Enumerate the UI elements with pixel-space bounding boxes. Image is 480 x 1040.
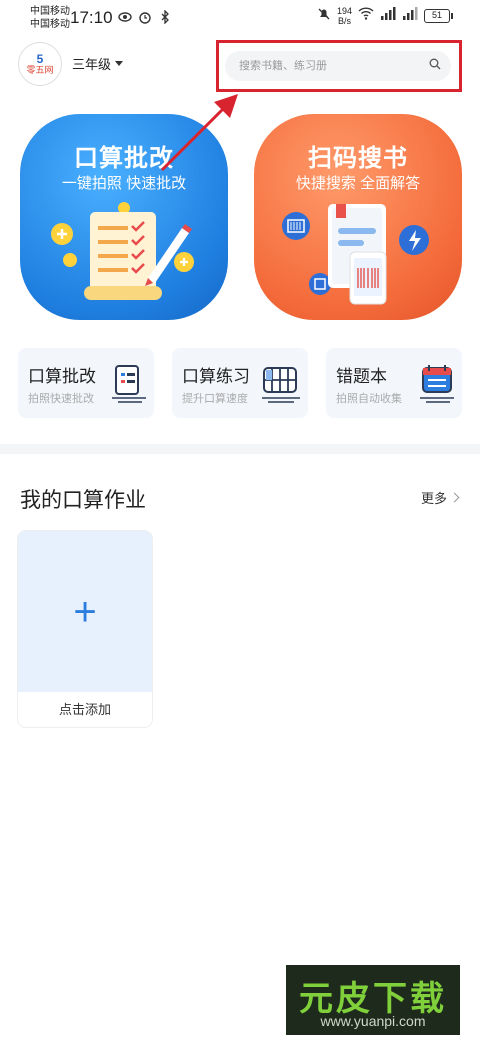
- card-subtitle: 快捷搜索 全面解答: [295, 175, 421, 192]
- alarm-icon: [138, 10, 152, 24]
- clock: 17:10: [70, 8, 113, 27]
- search-input[interactable]: [239, 60, 429, 72]
- grid-board-icon: [262, 367, 300, 403]
- calendar-icon: [420, 365, 454, 403]
- shortcut-title: 错题本: [336, 367, 387, 386]
- eye-icon: [118, 10, 132, 24]
- watermark-url: www.yuanpi.com: [320, 1013, 426, 1029]
- net-speed-value: 194: [336, 6, 352, 16]
- shortcut-title: 口算练习: [182, 367, 250, 386]
- signal-icon: [380, 7, 396, 25]
- card-title: 口算批改: [74, 145, 174, 172]
- status-bar: 中国移动 中国移动 17:10 194 B/s 51: [0, 0, 480, 36]
- watermark: 元皮下载 www.yuanpi.com: [286, 965, 460, 1035]
- carrier-1: 中国移动: [30, 6, 70, 17]
- search-bar[interactable]: [225, 51, 451, 81]
- add-homework-card[interactable]: + 点击添加: [18, 531, 152, 727]
- section-divider: [0, 444, 480, 454]
- grade-selector[interactable]: 三年级: [72, 54, 124, 73]
- add-label: 点击添加: [18, 692, 152, 727]
- battery-indicator: 51: [424, 9, 453, 23]
- bluetooth-icon: [158, 9, 172, 25]
- oral-check-shortcut[interactable]: 口算批改 拍照快速批改: [18, 348, 154, 418]
- logo-number: 5: [36, 52, 44, 66]
- card-subtitle: 一键拍照 快速批改: [61, 175, 187, 192]
- app-header: 5 零五网 三年级: [0, 36, 480, 98]
- section-title: 我的口算作业: [20, 489, 146, 512]
- grade-label: 三年级: [72, 57, 112, 72]
- homework-scroll-icon: [51, 202, 194, 300]
- search-icon[interactable]: [429, 57, 441, 75]
- signal-icon-2: [402, 7, 418, 25]
- document-icon: [112, 365, 146, 403]
- scan-phone-book-icon: [282, 204, 429, 305]
- shortcut-subtitle: 拍照自动收集: [336, 393, 402, 405]
- card-title: 扫码搜书: [308, 145, 408, 172]
- add-area[interactable]: +: [18, 531, 152, 692]
- status-icons: [118, 9, 172, 25]
- net-speed: 194 B/s: [337, 6, 352, 26]
- plus-icon: +: [73, 589, 97, 634]
- scan-search-book-card[interactable]: 扫码搜书 快捷搜索 全面解答: [254, 114, 462, 320]
- carrier-info: 中国移动 中国移动: [30, 5, 70, 31]
- mistake-book-shortcut[interactable]: 错题本 拍照自动收集: [326, 348, 462, 418]
- search-highlight-frame: [216, 40, 462, 92]
- more-link[interactable]: 更多: [420, 488, 460, 507]
- wifi-icon: [358, 7, 374, 25]
- shortcut-subtitle: 提升口算速度: [182, 393, 248, 405]
- status-right: 194 B/s 51: [317, 6, 453, 26]
- more-label: 更多: [420, 491, 447, 506]
- shortcut-subtitle: 拍照快速批改: [28, 393, 94, 405]
- app-logo[interactable]: 5 零五网: [18, 42, 62, 86]
- net-speed-unit: B/s: [337, 16, 351, 26]
- oral-practice-shortcut[interactable]: 口算练习 提升口算速度: [172, 348, 308, 418]
- oral-math-check-card[interactable]: 口算批改 一键拍照 快速批改: [20, 114, 228, 320]
- shortcut-title: 口算批改: [28, 367, 96, 386]
- caret-down-icon: [115, 61, 124, 66]
- carrier-2: 中国移动: [30, 19, 70, 30]
- mute-icon: [317, 7, 331, 26]
- chevron-right-icon: [449, 492, 460, 503]
- logo-text: 零五网: [26, 65, 54, 75]
